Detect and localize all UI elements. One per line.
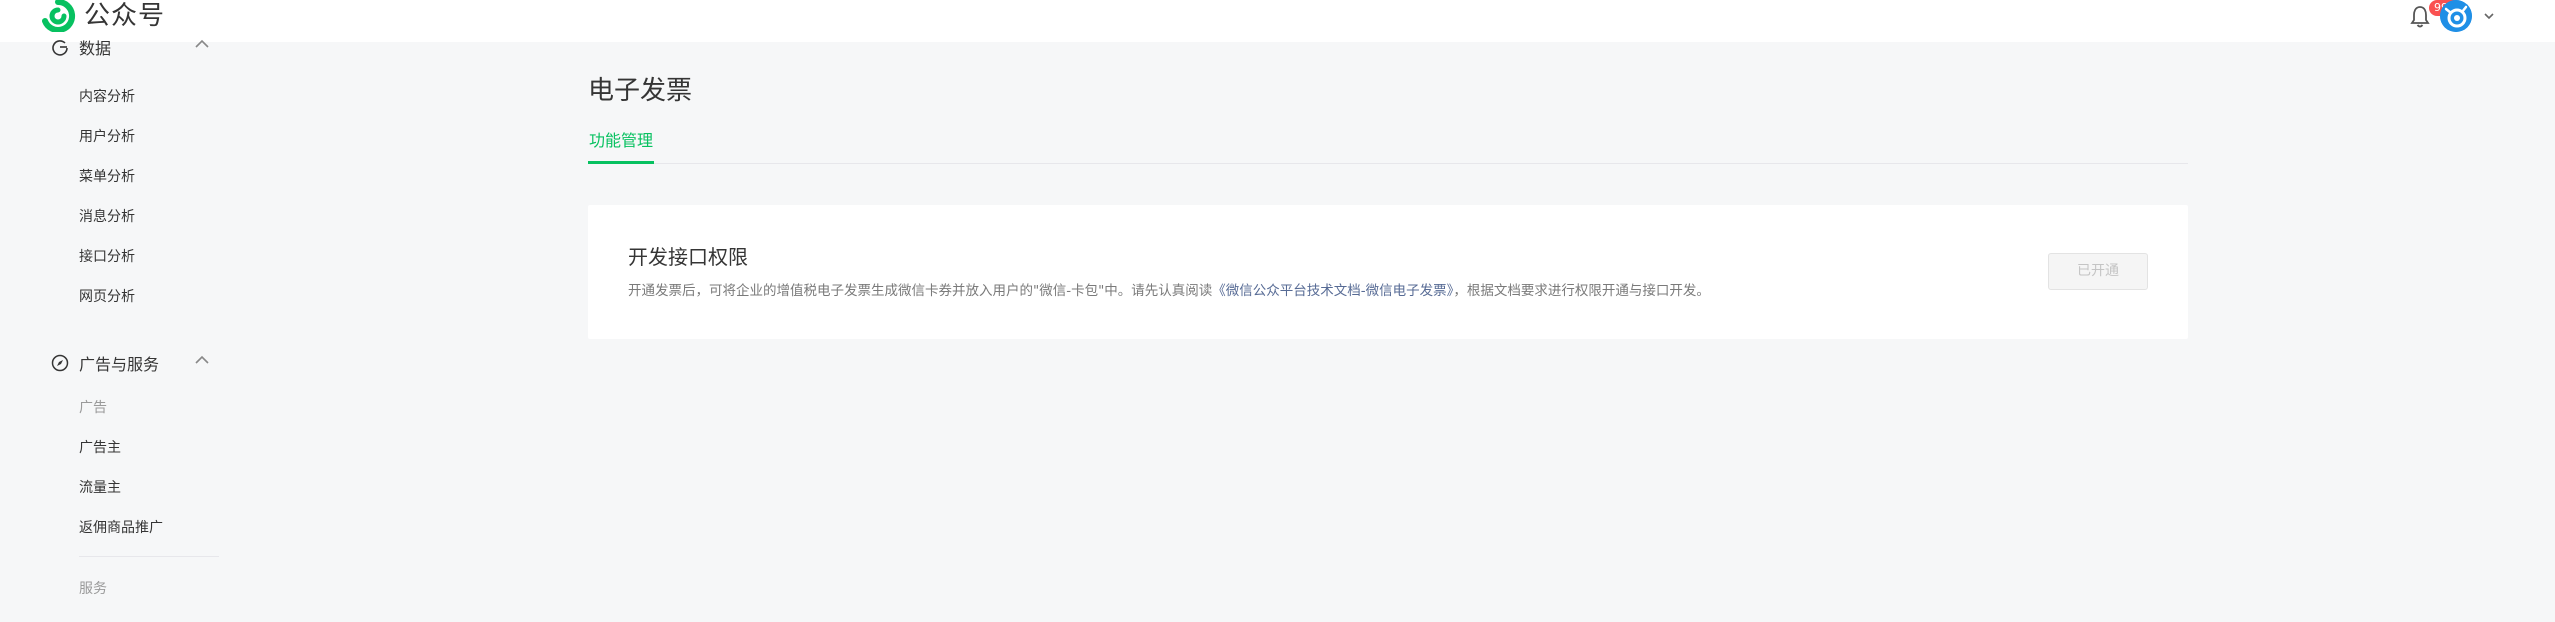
sidebar-group-label: 广告与服务 bbox=[79, 355, 160, 374]
chevron-down-icon[interactable] bbox=[2483, 10, 2495, 22]
page-title: 电子发票 bbox=[588, 76, 693, 106]
sidebar-item-commission-promotion[interactable]: 返佣商品推广 bbox=[79, 517, 163, 537]
chevron-up-icon[interactable] bbox=[194, 38, 210, 50]
sidebar: 数据 内容分析 用户分析 菜单分析 消息分析 接口分析 网页分析 广告与服务 广… bbox=[0, 0, 230, 622]
compass-icon bbox=[51, 354, 69, 372]
avatar-image bbox=[2440, 0, 2472, 32]
data-icon bbox=[52, 40, 68, 56]
sidebar-divider bbox=[79, 556, 219, 557]
dev-api-permission-card: 开发接口权限 开通发票后，可将企业的增值税电子发票生成微信卡券并放入用户的"微信… bbox=[588, 205, 2188, 339]
sidebar-group-label: 数据 bbox=[79, 39, 112, 58]
sidebar-item-message-analysis[interactable]: 消息分析 bbox=[79, 206, 135, 226]
sidebar-item-menu-analysis[interactable]: 菜单分析 bbox=[79, 166, 135, 186]
doc-link[interactable]: 《微信公众平台技术文档-微信电子发票》 bbox=[1212, 283, 1453, 299]
sidebar-category-ads: 广告 bbox=[79, 400, 107, 416]
sidebar-item-content-analysis[interactable]: 内容分析 bbox=[79, 86, 135, 106]
card-description: 开通发票后，可将企业的增值税电子发票生成微信卡券并放入用户的"微信-卡包"中。请… bbox=[628, 279, 1710, 299]
sidebar-item-web-analysis[interactable]: 网页分析 bbox=[79, 286, 135, 306]
sidebar-item-advertiser[interactable]: 广告主 bbox=[79, 437, 121, 457]
sidebar-item-user-analysis[interactable]: 用户分析 bbox=[79, 126, 135, 146]
sidebar-group-data[interactable]: 数据 bbox=[51, 35, 209, 59]
tab-bar: 功能管理 bbox=[588, 128, 2188, 164]
card-desc-suffix: ，根据文档要求进行权限开通与接口开发。 bbox=[1453, 283, 1710, 299]
bell-icon[interactable] bbox=[2409, 4, 2431, 28]
card-title: 开发接口权限 bbox=[628, 245, 748, 269]
sidebar-item-api-analysis[interactable]: 接口分析 bbox=[79, 246, 135, 266]
main-content: 电子发票 功能管理 开发接口权限 开通发票后，可将企业的增值税电子发票生成微信卡… bbox=[588, 0, 2188, 622]
card-desc-prefix: 开通发票后，可将企业的增值税电子发票生成微信卡券并放入用户的"微信-卡包"中。请… bbox=[628, 283, 1213, 299]
user-avatar[interactable] bbox=[2440, 0, 2472, 32]
chevron-up-icon[interactable] bbox=[194, 354, 210, 366]
sidebar-item-publisher[interactable]: 流量主 bbox=[79, 477, 121, 497]
sidebar-group-ads[interactable]: 广告与服务 bbox=[51, 351, 209, 375]
sidebar-category-service: 服务 bbox=[79, 581, 107, 597]
tab-function-management[interactable]: 功能管理 bbox=[588, 128, 655, 164]
activated-button[interactable]: 已开通 bbox=[2048, 253, 2148, 290]
